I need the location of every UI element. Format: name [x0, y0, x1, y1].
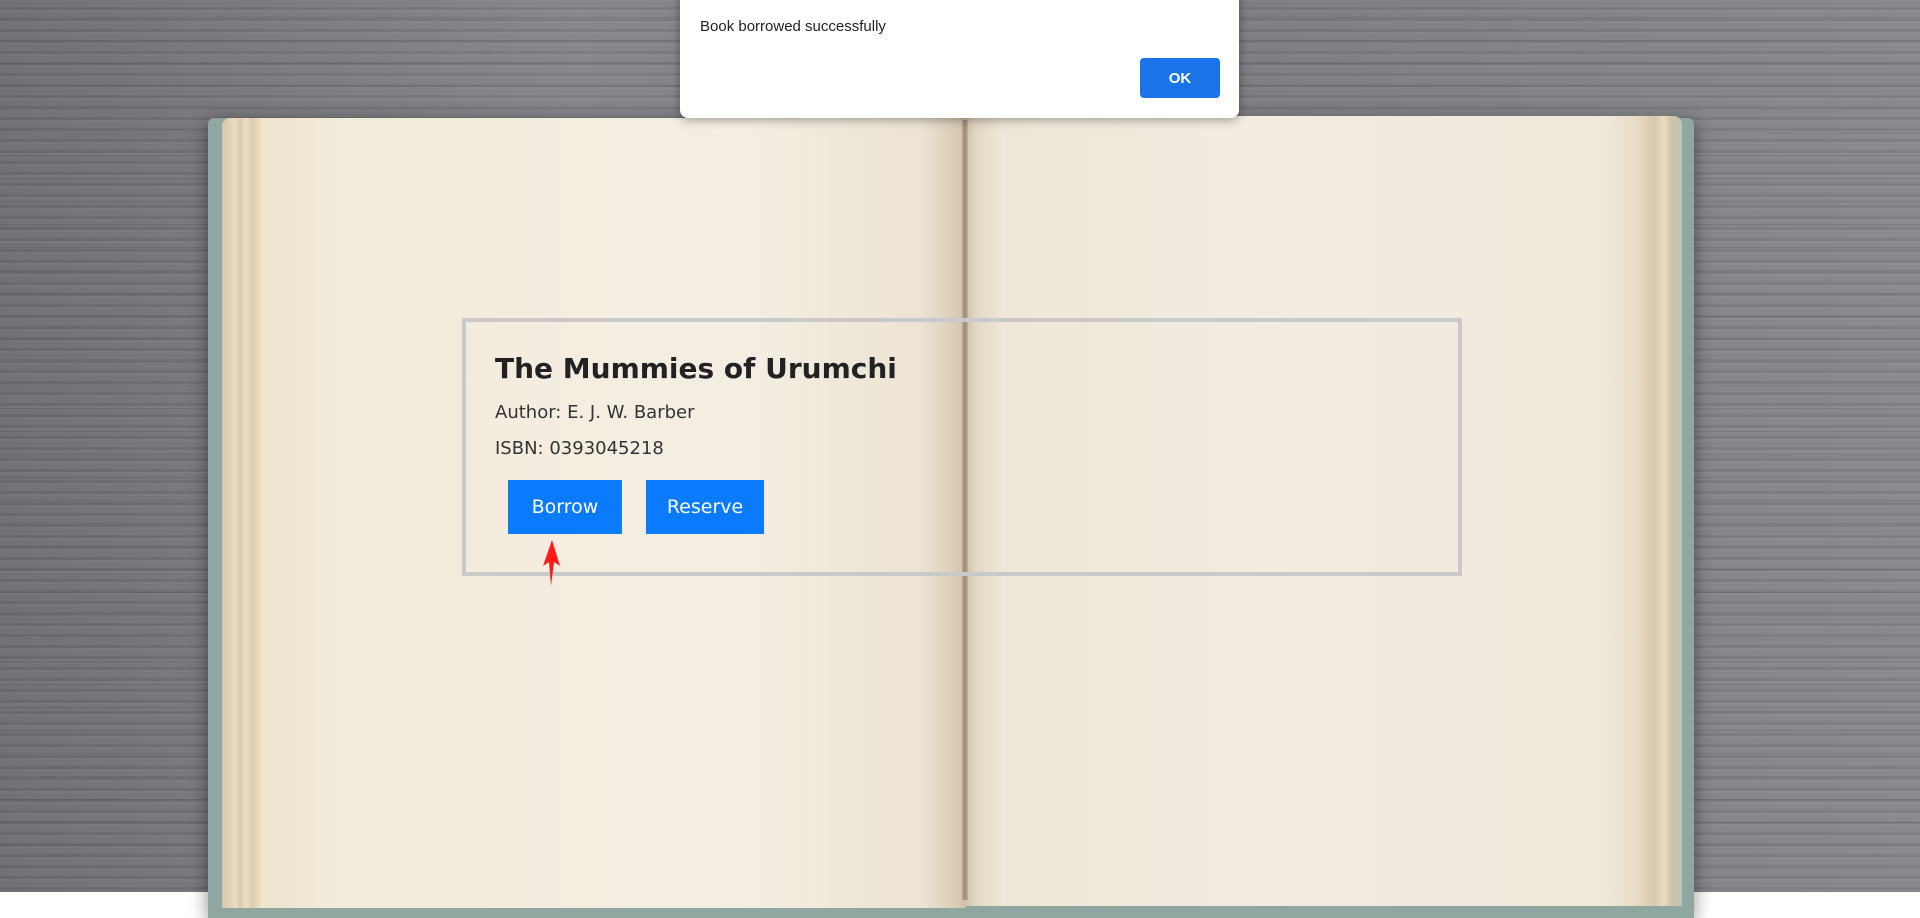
book-author: Author: E. J. W. Barber: [495, 402, 695, 423]
book-details-card: The Mummies of Urumchi Author: E. J. W. …: [462, 318, 1462, 576]
alert-dialog: Book borrowed successfully OK: [680, 0, 1239, 118]
reserve-button[interactable]: Reserve: [646, 480, 764, 534]
dialog-message: Book borrowed successfully: [700, 18, 886, 35]
book-title: The Mummies of Urumchi: [495, 352, 897, 385]
red-arrow-cursor-icon: [543, 540, 560, 586]
borrow-button[interactable]: Borrow: [508, 480, 622, 534]
ok-button[interactable]: OK: [1140, 58, 1220, 98]
book-isbn: ISBN: 0393045218: [495, 438, 664, 459]
